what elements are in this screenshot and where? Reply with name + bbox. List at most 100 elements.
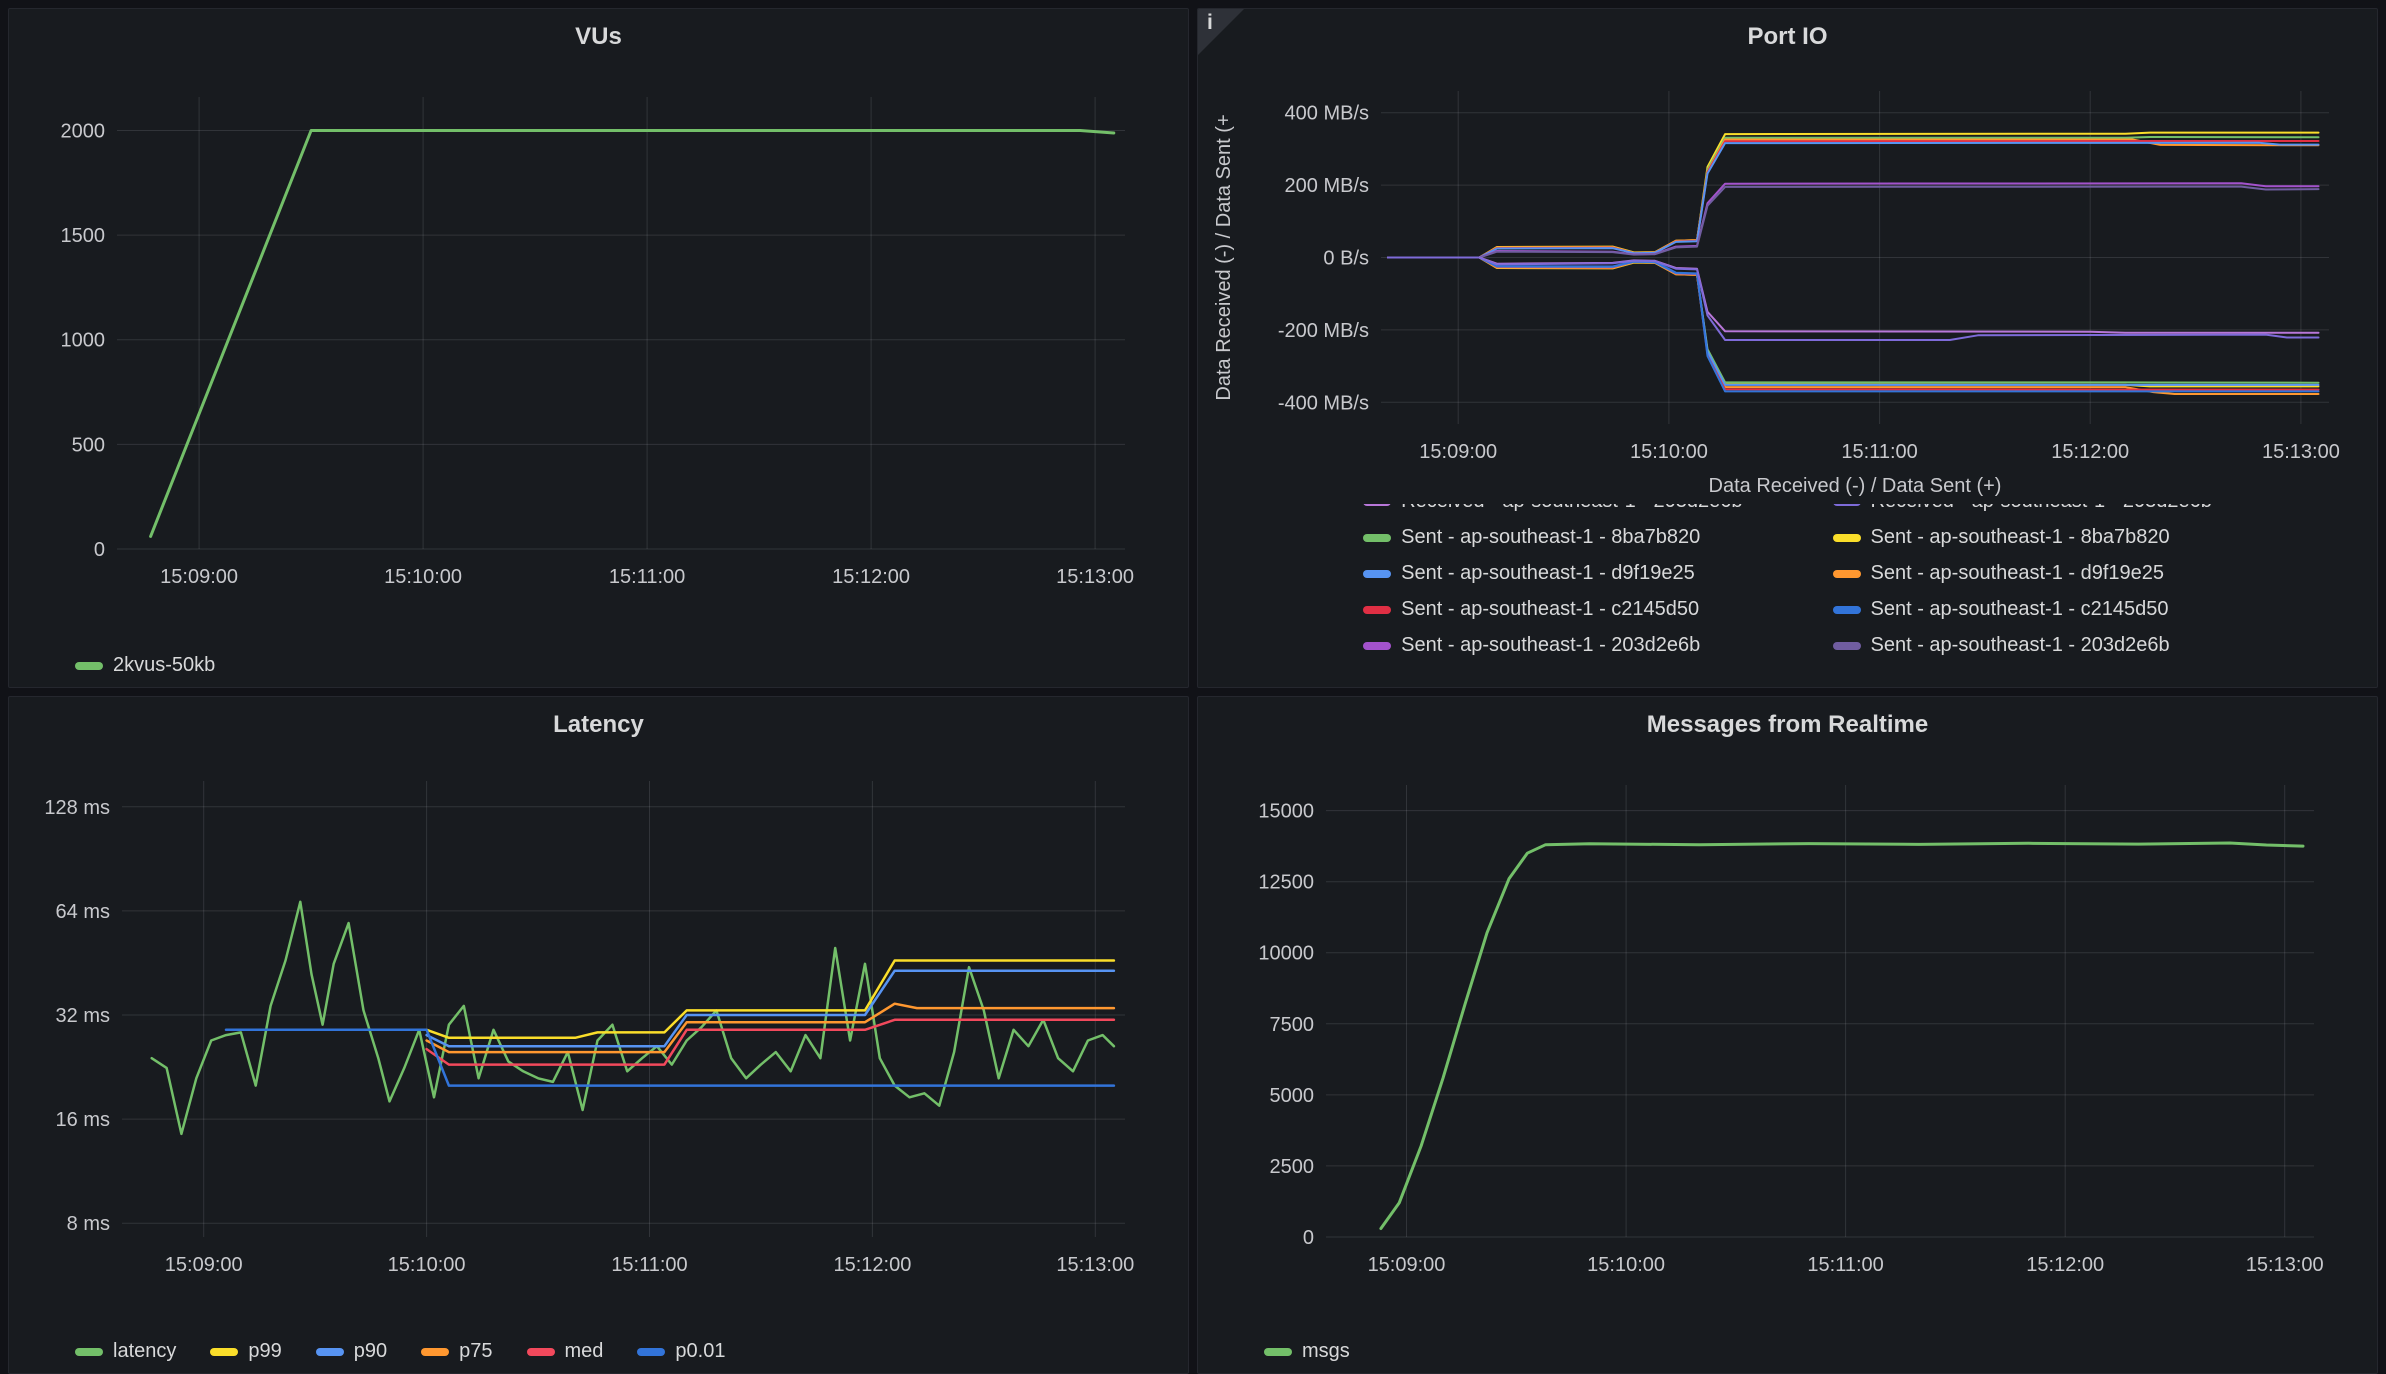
svg-text:0 B/s: 0 B/s [1323, 248, 1369, 270]
legend-label: Sent - ap-southeast-1 - d9f19e25 [1871, 562, 2165, 585]
svg-text:Data Received (-) / Data Sent: Data Received (-) / Data Sent (+ [1213, 114, 1235, 400]
legend-swatch [1264, 1348, 1292, 1356]
svg-text:32 ms: 32 ms [56, 1005, 110, 1027]
legend-swatch [1363, 504, 1391, 506]
legend-item-received-ap-southeast-1-203d2e6b[interactable]: Received - ap-southeast-1 - 203d2e6b [1833, 504, 2212, 513]
legend-label: 2kvus-50kb [113, 654, 215, 677]
panel-title-port-io[interactable]: Port IO [1206, 17, 2369, 57]
legend-item-sent-ap-southeast-1-c2145d50[interactable]: Sent - ap-southeast-1 - c2145d50 [1833, 598, 2212, 621]
port-io-legend: Received - ap-southeast-1 - 203d2e6b Rece… [1206, 504, 2369, 657]
legend-item-sent-ap-southeast-1-8ba7b820[interactable]: Sent - ap-southeast-1 - 8ba7b820 [1363, 526, 1742, 549]
legend-label: latency [113, 1340, 176, 1363]
legend-label: p90 [354, 1340, 387, 1363]
panel-title-vus[interactable]: VUs [17, 17, 1180, 57]
legend-label: p75 [459, 1340, 492, 1363]
legend-item-p75[interactable]: p75 [421, 1340, 492, 1363]
legend-label: med [565, 1340, 604, 1363]
svg-text:2000: 2000 [61, 121, 106, 143]
svg-text:15:12:00: 15:12:00 [832, 566, 910, 588]
svg-text:15:09:00: 15:09:00 [165, 1254, 243, 1276]
svg-text:15:13:00: 15:13:00 [1056, 1254, 1134, 1276]
legend-swatch [1833, 642, 1861, 650]
messages-chart[interactable]: 025005000750010000125001500015:09:0015:1… [1206, 745, 2369, 1301]
svg-text:2500: 2500 [1270, 1156, 1315, 1178]
svg-text:15:11:00: 15:11:00 [611, 1254, 687, 1276]
legend-item-p0-01[interactable]: p0.01 [637, 1340, 725, 1363]
svg-text:15:12:00: 15:12:00 [2026, 1254, 2104, 1276]
port-io-chart[interactable]: -400 MB/s-200 MB/s0 B/s200 MB/s400 MB/s1… [1206, 57, 2369, 502]
legend-label: Sent - ap-southeast-1 - 8ba7b820 [1401, 526, 1700, 549]
svg-text:15:12:00: 15:12:00 [833, 1254, 911, 1276]
legend-item-p90[interactable]: p90 [316, 1340, 387, 1363]
legend-item-med[interactable]: med [527, 1340, 604, 1363]
svg-text:15:11:00: 15:11:00 [1841, 441, 1917, 463]
legend-item-sent-ap-southeast-1-203d2e6b[interactable]: Sent - ap-southeast-1 - 203d2e6b [1833, 634, 2212, 657]
latency-chart[interactable]: 8 ms16 ms32 ms64 ms128 ms15:09:0015:10:0… [17, 745, 1180, 1301]
panel-info-icon[interactable]: i [1198, 9, 1244, 55]
legend-label: Sent - ap-southeast-1 - 203d2e6b [1401, 634, 1700, 657]
legend-swatch [210, 1348, 238, 1356]
legend-item-2kvus-50kb[interactable]: 2kvus-50kb [75, 654, 215, 677]
legend-label: Sent - ap-southeast-1 - 8ba7b820 [1871, 526, 2170, 549]
svg-text:7500: 7500 [1270, 1014, 1315, 1036]
svg-text:15:09:00: 15:09:00 [160, 566, 238, 588]
legend-label: Sent - ap-southeast-1 - c2145d50 [1401, 598, 1699, 621]
svg-text:15:10:00: 15:10:00 [1630, 441, 1708, 463]
legend-swatch [316, 1348, 344, 1356]
svg-text:15:13:00: 15:13:00 [2246, 1254, 2324, 1276]
legend-label: Sent - ap-southeast-1 - 203d2e6b [1871, 634, 2170, 657]
svg-text:200 MB/s: 200 MB/s [1285, 175, 1369, 197]
svg-text:0: 0 [1303, 1227, 1314, 1249]
svg-text:12500: 12500 [1258, 872, 1314, 894]
legend-item-received-ap-southeast-1-203d2e6b[interactable]: Received - ap-southeast-1 - 203d2e6b [1363, 504, 1742, 513]
legend-item-p99[interactable]: p99 [210, 1340, 281, 1363]
svg-text:64 ms: 64 ms [56, 901, 110, 923]
legend-label: Sent - ap-southeast-1 - d9f19e25 [1401, 562, 1695, 585]
svg-text:128 ms: 128 ms [44, 797, 110, 819]
legend-item-sent-ap-southeast-1-8ba7b820[interactable]: Sent - ap-southeast-1 - 8ba7b820 [1833, 526, 2212, 549]
svg-text:1000: 1000 [61, 330, 106, 352]
svg-text:16 ms: 16 ms [56, 1109, 110, 1131]
dashboard: VUs 050010001500200015:09:0015:10:0015:1… [0, 0, 2386, 1374]
svg-text:8 ms: 8 ms [67, 1213, 110, 1235]
legend-swatch [1833, 570, 1861, 578]
panel-title-messages[interactable]: Messages from Realtime [1206, 705, 2369, 745]
legend-swatch [527, 1348, 555, 1356]
vus-chart[interactable]: 050010001500200015:09:0015:10:0015:11:00… [17, 57, 1180, 613]
legend-label: p0.01 [675, 1340, 725, 1363]
legend-item-sent-ap-southeast-1-203d2e6b[interactable]: Sent - ap-southeast-1 - 203d2e6b [1363, 634, 1742, 657]
svg-text:15:13:00: 15:13:00 [2262, 441, 2340, 463]
legend-swatch [1363, 570, 1391, 578]
legend-swatch [1833, 606, 1861, 614]
svg-text:400 MB/s: 400 MB/s [1285, 103, 1369, 125]
legend-swatch [75, 662, 103, 670]
legend-label: Sent - ap-southeast-1 - c2145d50 [1871, 598, 2169, 621]
panel-latency: Latency 8 ms 16 ms 32 ms 64 ms 128 ms 15:09:0… [8, 696, 1189, 1374]
svg-text:15:09:00: 15:09:00 [1419, 441, 1497, 463]
legend-item-sent-ap-southeast-1-d9f19e25[interactable]: Sent - ap-southeast-1 - d9f19e25 [1363, 562, 1742, 585]
messages-legend: msgs [1206, 1340, 2369, 1363]
legend-label: p99 [248, 1340, 281, 1363]
legend-label: Received - ap-southeast-1 - 203d2e6b [1871, 504, 2212, 513]
svg-text:500: 500 [72, 434, 105, 456]
legend-label: Received - ap-southeast-1 - 203d2e6b [1401, 504, 1742, 513]
svg-text:Data Received (-) / Data Sent: Data Received (-) / Data Sent (+) [1709, 475, 2002, 497]
panel-messages: Messages from Realtime 0 2500 5000 7500 1000… [1197, 696, 2378, 1374]
svg-text:5000: 5000 [1270, 1085, 1315, 1107]
panel-title-latency[interactable]: Latency [17, 705, 1180, 745]
vus-legend: 2kvus-50kb [17, 654, 1180, 677]
legend-swatch [1363, 606, 1391, 614]
legend-swatch [1833, 504, 1861, 506]
legend-item-msgs[interactable]: msgs [1264, 1340, 1350, 1363]
legend-item-latency[interactable]: latency [75, 1340, 176, 1363]
port-io-legend-viewport: Received - ap-southeast-1 - 203d2e6b Rece… [1206, 504, 2369, 657]
svg-text:15:10:00: 15:10:00 [384, 566, 462, 588]
legend-label: msgs [1302, 1340, 1350, 1363]
legend-swatch [75, 1348, 103, 1356]
legend-item-sent-ap-southeast-1-c2145d50[interactable]: Sent - ap-southeast-1 - c2145d50 [1363, 598, 1742, 621]
legend-item-sent-ap-southeast-1-d9f19e25[interactable]: Sent - ap-southeast-1 - d9f19e25 [1833, 562, 2212, 585]
svg-text:0: 0 [94, 539, 105, 561]
svg-text:-400 MB/s: -400 MB/s [1278, 392, 1369, 414]
panel-port-io: i Port IO -400 MB/s-200 MB/s0 B/s200 MB/… [1197, 8, 2378, 688]
svg-text:10000: 10000 [1258, 943, 1314, 965]
